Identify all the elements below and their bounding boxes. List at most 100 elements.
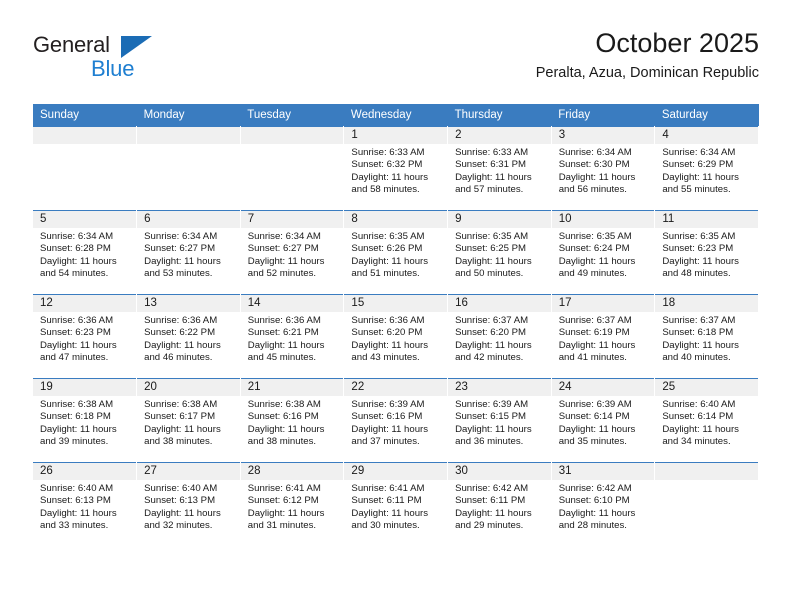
calendar-day-cell[interactable]: 2 Sunrise: 6:33 AM Sunset: 6:31 PM Daylight… (447, 126, 552, 211)
daylight-duration-line1: Daylight: 11 hours (558, 339, 636, 351)
weekday-header-row: Sunday Monday Tuesday Wednesday Thursday… (33, 104, 759, 127)
calendar-day-cell[interactable]: 22 Sunrise: 6:39 AM Sunset: 6:16 PM Dayligh… (343, 378, 449, 463)
calendar-day-cell[interactable]: 12 Sunrise: 6:36 AM Sunset: 6:23 PM Dayligh… (33, 294, 138, 379)
calendar-day-cell[interactable]: 31 Sunrise: 6:42 AM Sunset: 6:10 PM Dayligh… (551, 462, 656, 546)
sunrise-time: Sunrise: 6:34 AM (144, 231, 218, 242)
day-details: Sunrise: 6:34 AM Sunset: 6:28 PM Daylight:… (33, 228, 136, 280)
calendar-day-cell[interactable]: 24 Sunrise: 6:39 AM Sunset: 6:14 PM Dayligh… (551, 378, 656, 463)
day-number: 27 (137, 463, 240, 480)
calendar-day-cell[interactable]: 1 Sunrise: 6:33 AM Sunset: 6:32 PM Daylight… (343, 126, 449, 211)
calendar-day-cell[interactable]: 26 Sunrise: 6:40 AM Sunset: 6:13 PM Dayligh… (33, 462, 138, 546)
day-number: 12 (33, 295, 137, 312)
sunset-time: Sunset: 6:29 PM (662, 159, 734, 171)
sunset-time: Sunset: 6:15 PM (455, 411, 526, 423)
sunset-time: Sunset: 6:32 PM (351, 159, 423, 171)
sunrise-time: Sunrise: 6:35 AM (662, 231, 736, 242)
daylight-duration-line1: Daylight: 11 hours (40, 507, 117, 519)
sunset-time: Sunset: 6:30 PM (558, 159, 630, 171)
calendar-day-cell[interactable]: 17 Sunrise: 6:37 AM Sunset: 6:19 PM Dayligh… (551, 294, 656, 379)
calendar-day-cell[interactable]: 18 Sunrise: 6:37 AM Sunset: 6:18 PM Dayligh… (654, 294, 759, 379)
sunset-time: Sunset: 6:25 PM (455, 243, 526, 255)
day-details: Sunrise: 6:36 AM Sunset: 6:22 PM Daylight:… (137, 312, 240, 364)
daylight-duration-line1: Daylight: 11 hours (455, 171, 532, 183)
calendar-day-cell[interactable]: 19 Sunrise: 6:38 AM Sunset: 6:18 PM Dayligh… (33, 378, 138, 463)
sunrise-time: Sunrise: 6:37 AM (455, 315, 529, 326)
day-details: Sunrise: 6:35 AM Sunset: 6:23 PM Daylight:… (655, 228, 758, 280)
sunrise-time: Sunrise: 6:36 AM (40, 315, 114, 326)
calendar-day-cell[interactable]: 27 Sunrise: 6:40 AM Sunset: 6:13 PM Dayligh… (136, 462, 241, 546)
logo-triangle-icon (121, 36, 152, 58)
day-details: Sunrise: 6:34 AM Sunset: 6:27 PM Daylight:… (137, 228, 240, 280)
day-number: 8 (344, 211, 448, 228)
calendar-day-cell[interactable]: 4 Sunrise: 6:34 AM Sunset: 6:29 PM Daylight… (654, 126, 759, 211)
calendar-day-cell[interactable]: 15 Sunrise: 6:36 AM Sunset: 6:20 PM Dayligh… (343, 294, 449, 379)
sunset-time: Sunset: 6:17 PM (144, 411, 216, 423)
calendar-day-cell[interactable]: 13 Sunrise: 6:36 AM Sunset: 6:22 PM Dayligh… (136, 294, 241, 379)
daylight-duration-line2: and 50 minutes. (455, 267, 524, 279)
calendar-week-row: 5 Sunrise: 6:34 AM Sunset: 6:28 PM Daylight… (33, 210, 759, 295)
sunrise-time: Sunrise: 6:35 AM (351, 231, 425, 242)
day-number: 29 (344, 463, 448, 480)
daylight-duration-line2: and 34 minutes. (662, 435, 731, 447)
daylight-duration-line1: Daylight: 11 hours (40, 339, 117, 351)
calendar-day-cell[interactable]: 16 Sunrise: 6:37 AM Sunset: 6:20 PM Dayligh… (447, 294, 552, 379)
sunrise-time: Sunrise: 6:40 AM (662, 399, 736, 410)
day-number: 7 (240, 211, 344, 228)
calendar-day-cell[interactable]: 5 Sunrise: 6:34 AM Sunset: 6:28 PM Daylight… (33, 210, 138, 295)
day-number: 20 (137, 379, 240, 396)
calendar-day-cell[interactable]: 20 Sunrise: 6:38 AM Sunset: 6:17 PM Dayligh… (136, 378, 241, 463)
day-number: 19 (33, 379, 137, 396)
daylight-duration-line1: Daylight: 11 hours (144, 423, 221, 435)
daylight-duration-line1: Daylight: 11 hours (144, 339, 221, 351)
calendar-day-cell[interactable]: 6 Sunrise: 6:34 AM Sunset: 6:27 PM Daylight… (136, 210, 241, 295)
day-details: Sunrise: 6:41 AM Sunset: 6:12 PM Daylight:… (241, 480, 344, 532)
sunset-time: Sunset: 6:13 PM (40, 495, 111, 507)
sunset-time: Sunset: 6:11 PM (455, 495, 526, 507)
calendar-day-cell[interactable]: 9 Sunrise: 6:35 AM Sunset: 6:25 PM Daylight… (447, 210, 552, 295)
daylight-duration-line2: and 42 minutes. (455, 351, 524, 363)
calendar-day-cell[interactable]: 28 Sunrise: 6:41 AM Sunset: 6:12 PM Dayligh… (240, 462, 345, 546)
day-details (137, 144, 240, 147)
calendar-day-cell[interactable]: 11 Sunrise: 6:35 AM Sunset: 6:23 PM Dayligh… (654, 210, 759, 295)
calendar-cell-empty (654, 462, 759, 546)
sunset-time: Sunset: 6:21 PM (247, 327, 319, 339)
day-number: 26 (33, 463, 137, 480)
calendar-day-cell[interactable]: 30 Sunrise: 6:42 AM Sunset: 6:11 PM Dayligh… (447, 462, 552, 546)
calendar-day-cell[interactable]: 21 Sunrise: 6:38 AM Sunset: 6:16 PM Dayligh… (240, 378, 345, 463)
daylight-duration-line2: and 58 minutes. (351, 183, 420, 195)
sunrise-time: Sunrise: 6:34 AM (40, 231, 114, 242)
weekday-header-sunday: Sunday (33, 104, 137, 127)
calendar-day-cell[interactable]: 8 Sunrise: 6:35 AM Sunset: 6:26 PM Daylight… (343, 210, 449, 295)
calendar-day-cell[interactable]: 14 Sunrise: 6:36 AM Sunset: 6:21 PM Dayligh… (240, 294, 345, 379)
sunset-time: Sunset: 6:22 PM (144, 327, 216, 339)
day-details: Sunrise: 6:39 AM Sunset: 6:14 PM Daylight:… (552, 396, 655, 448)
daylight-duration-line1: Daylight: 11 hours (558, 171, 636, 183)
day-number: 3 (551, 127, 655, 144)
daylight-duration-line1: Daylight: 11 hours (662, 423, 739, 435)
day-details: Sunrise: 6:35 AM Sunset: 6:26 PM Daylight:… (344, 228, 447, 280)
daylight-duration-line2: and 40 minutes. (662, 351, 731, 363)
sunset-time: Sunset: 6:26 PM (351, 243, 423, 255)
day-details: Sunrise: 6:39 AM Sunset: 6:16 PM Daylight:… (344, 396, 447, 448)
daylight-duration-line1: Daylight: 11 hours (662, 339, 739, 351)
sunset-time: Sunset: 6:20 PM (455, 327, 526, 339)
day-number: 6 (137, 211, 240, 228)
day-details: Sunrise: 6:34 AM Sunset: 6:30 PM Daylight:… (552, 144, 655, 196)
calendar-day-cell[interactable]: 23 Sunrise: 6:39 AM Sunset: 6:15 PM Dayligh… (447, 378, 552, 463)
daylight-duration-line2: and 39 minutes. (40, 435, 109, 447)
daylight-duration-line2: and 46 minutes. (144, 351, 213, 363)
day-number: 13 (137, 295, 240, 312)
calendar-day-cell[interactable]: 3 Sunrise: 6:34 AM Sunset: 6:30 PM Daylight… (551, 126, 656, 211)
calendar-day-cell[interactable]: 7 Sunrise: 6:34 AM Sunset: 6:27 PM Daylight… (240, 210, 345, 295)
calendar-day-cell[interactable]: 29 Sunrise: 6:41 AM Sunset: 6:11 PM Dayligh… (343, 462, 449, 546)
day-details: Sunrise: 6:40 AM Sunset: 6:13 PM Daylight:… (33, 480, 136, 532)
day-details: Sunrise: 6:37 AM Sunset: 6:18 PM Daylight:… (655, 312, 758, 364)
sunrise-time: Sunrise: 6:41 AM (247, 483, 321, 494)
calendar-day-cell[interactable]: 10 Sunrise: 6:35 AM Sunset: 6:24 PM Dayligh… (551, 210, 656, 295)
calendar-day-cell[interactable]: 25 Sunrise: 6:40 AM Sunset: 6:14 PM Dayligh… (654, 378, 759, 463)
daylight-duration-line2: and 35 minutes. (558, 435, 627, 447)
daylight-duration-line1: Daylight: 11 hours (455, 339, 532, 351)
day-details: Sunrise: 6:35 AM Sunset: 6:24 PM Daylight:… (552, 228, 655, 280)
day-number: 31 (551, 463, 655, 480)
calendar-week-row: 26 Sunrise: 6:40 AM Sunset: 6:13 PM Dayligh… (33, 462, 759, 546)
